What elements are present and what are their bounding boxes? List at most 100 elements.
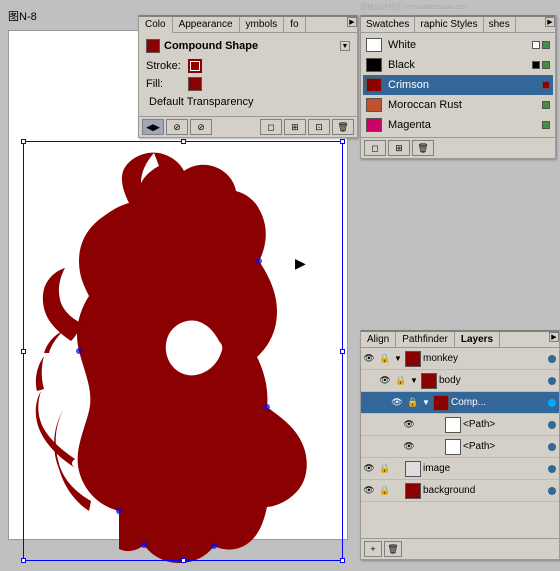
swatch-color-black [366, 58, 382, 72]
layers-menu-btn[interactable]: ▶ [549, 332, 559, 342]
expand-comp[interactable]: ▼ [421, 398, 431, 407]
sw-tb-2[interactable]: ⊞ [388, 140, 410, 156]
lock-image[interactable]: 🔒 [378, 462, 392, 476]
eye-path2[interactable]: 👁 [402, 440, 416, 454]
handle-bl[interactable] [21, 558, 26, 563]
compound-shape-row: Compound Shape ▼ [143, 37, 353, 55]
swatch-item-black[interactable]: Black [363, 55, 553, 75]
lock-body[interactable]: 🔒 [394, 374, 408, 388]
layer-dot-comp [548, 399, 556, 407]
thumb-monkey [405, 351, 421, 367]
compound-expand-btn[interactable]: ▼ [340, 41, 350, 51]
stroke-label: Stroke: [146, 60, 188, 72]
lock-path2: . [418, 440, 432, 454]
sw-tb-1[interactable]: ◻ [364, 140, 386, 156]
layer-name-path2: <Path> [463, 441, 548, 452]
swatches-menu-btn[interactable]: ▶ [545, 17, 555, 27]
eye-path1[interactable]: 👁 [402, 418, 416, 432]
lock-monkey[interactable]: 🔒 [378, 352, 392, 366]
eye-body[interactable]: 👁 [378, 374, 392, 388]
lf-btn-new-layer[interactable]: + [364, 541, 382, 557]
compound-shape-label: Compound Shape [164, 40, 340, 52]
lf-btn-delete[interactable]: 🗑 [384, 541, 402, 557]
swatch-indicator-magenta [542, 121, 550, 129]
tab-appearance[interactable]: Appearance [173, 17, 240, 32]
tab-symbols[interactable]: ymbols [240, 17, 285, 32]
layer-name-comp: Comp... [451, 397, 548, 408]
layer-dot-monkey [548, 355, 556, 363]
expand-monkey[interactable]: ▼ [393, 354, 403, 363]
layer-row-path2[interactable]: 👁 . <Path> [361, 436, 559, 458]
lock-comp[interactable]: 🔒 [406, 396, 420, 410]
stroke-row: Stroke: [143, 58, 353, 74]
swatches-panel: Swatches raphic Styles shes ▶ White Blac… [360, 15, 556, 159]
layer-name-background: background [423, 485, 548, 496]
color-panel-tabs: Colo Appearance ymbols fo ▶ [139, 15, 357, 33]
handle-ml[interactable] [21, 349, 26, 354]
fill-swatch[interactable] [188, 77, 202, 91]
color-panel-toolbar: ◀▶ ⊘ ⊘ ◻ ⊞ ⊡ 🗑 [139, 116, 357, 137]
lock-background[interactable]: 🔒 [378, 484, 392, 498]
layer-name-monkey: monkey [423, 353, 548, 364]
tb-btn-1[interactable]: ◀▶ [142, 119, 164, 135]
swatch-color-moroccan [366, 98, 382, 112]
layer-row-path1[interactable]: 👁 . <Path> [361, 414, 559, 436]
swatch-name-crimson: Crimson [388, 79, 540, 91]
layer-dot-path1 [548, 421, 556, 429]
tb-btn-7[interactable]: 🗑 [332, 119, 354, 135]
swatch-item-magenta[interactable]: Magenta [363, 115, 553, 135]
thumb-path1 [445, 417, 461, 433]
tab-color[interactable]: Colo [139, 17, 173, 33]
tab-brushes[interactable]: shes [484, 17, 516, 32]
swatch-name-white: White [388, 39, 530, 51]
layer-dot-image [548, 465, 556, 473]
swatch-item-moroccan[interactable]: Moroccan Rust [363, 95, 553, 115]
eye-background[interactable]: 👁 [362, 484, 376, 498]
tab-layers[interactable]: Layers [455, 332, 500, 347]
tb-btn-4[interactable]: ◻ [260, 119, 282, 135]
swatch-item-crimson[interactable]: Crimson [363, 75, 553, 95]
default-transparency-label: Default Transparency [146, 95, 257, 109]
swatches-tabs: Swatches raphic Styles shes ▶ [361, 15, 555, 33]
swatch-name-magenta: Magenta [388, 119, 540, 131]
tab-align[interactable]: Align [361, 332, 396, 347]
swatch-item-white[interactable]: White [363, 35, 553, 55]
eye-image[interactable]: 👁 [362, 462, 376, 476]
stroke-swatch[interactable] [188, 59, 202, 73]
color-panel-body: Compound Shape ▼ Stroke: Fill: Default T… [139, 33, 357, 116]
default-transparency-row: Default Transparency [143, 94, 353, 110]
sw-tb-3[interactable]: 🗑 [412, 140, 434, 156]
tb-btn-5[interactable]: ⊞ [284, 119, 306, 135]
eye-monkey[interactable]: 👁 [362, 352, 376, 366]
thumb-body [421, 373, 437, 389]
layers-footer: + 🗑 [361, 538, 559, 559]
layers-list: 👁 🔒 ▼ monkey 👁 🔒 ▼ body 👁 🔒 ▼ C [361, 348, 559, 518]
tab-pathfinder[interactable]: Pathfinder [396, 332, 455, 347]
layer-row-monkey[interactable]: 👁 🔒 ▼ monkey [361, 348, 559, 370]
layer-row-comp[interactable]: 👁 🔒 ▼ Comp... [361, 392, 559, 414]
tab-swatches[interactable]: Swatches [361, 17, 415, 32]
layer-row-image[interactable]: 👁 🔒 image [361, 458, 559, 480]
fill-label: Fill: [146, 78, 188, 90]
swatch-solid-white [542, 41, 550, 49]
swatch-color-magenta [366, 118, 382, 132]
layer-name-path1: <Path> [463, 419, 548, 430]
tab-graphic-styles[interactable]: raphic Styles [415, 17, 483, 32]
tab-fo[interactable]: fo [284, 17, 305, 32]
stroke-inner [191, 62, 199, 70]
expand-body[interactable]: ▼ [409, 376, 419, 385]
canvas-label: 图N-8 [8, 8, 37, 24]
swatches-toolbar: ◻ ⊞ 🗑 [361, 137, 555, 158]
tb-btn-6[interactable]: ⊡ [308, 119, 330, 135]
layer-row-body[interactable]: 👁 🔒 ▼ body [361, 370, 559, 392]
tb-btn-3[interactable]: ⊘ [190, 119, 212, 135]
handle-tl[interactable] [21, 139, 26, 144]
swatch-indicator-black [532, 61, 540, 69]
layer-row-background[interactable]: 👁 🔒 background [361, 480, 559, 502]
eye-comp[interactable]: 👁 [390, 396, 404, 410]
tb-btn-2[interactable]: ⊘ [166, 119, 188, 135]
compound-swatch [146, 39, 160, 53]
panel-menu-btn[interactable]: ▶ [347, 17, 357, 27]
layer-name-body: body [439, 375, 548, 386]
thumb-path2 [445, 439, 461, 455]
